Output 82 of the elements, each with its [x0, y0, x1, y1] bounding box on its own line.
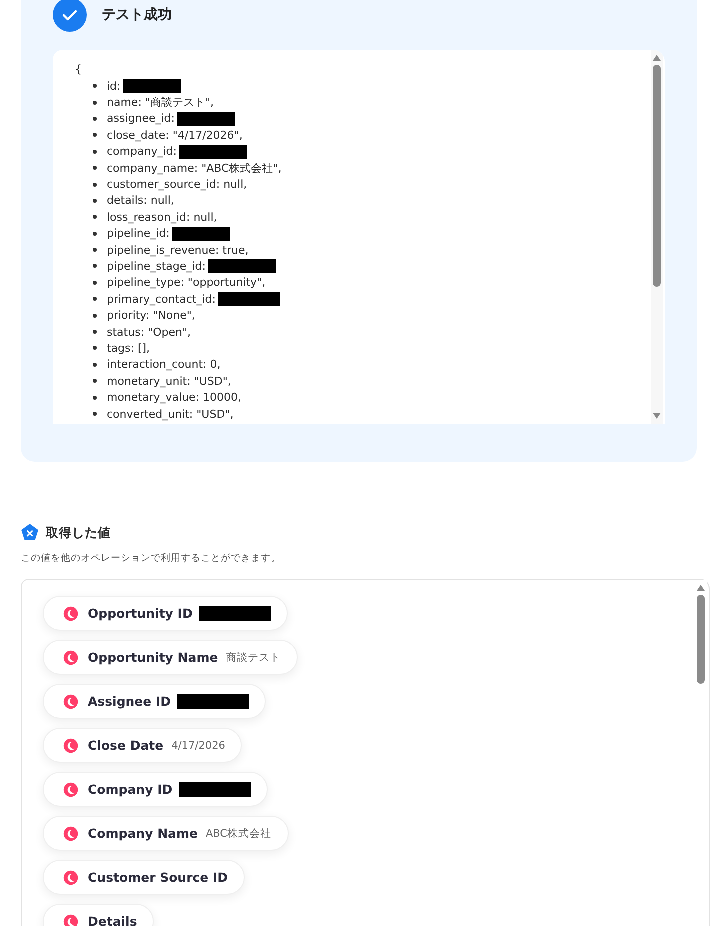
bullet-icon	[93, 280, 97, 285]
value-label: Company ID	[88, 782, 173, 797]
bullet-icon	[93, 182, 97, 187]
code-line: assignee_id:	[107, 112, 175, 126]
code-line: company_name: "ABC株式会社",	[107, 160, 282, 176]
code-line: primary_contact_id:	[107, 292, 216, 306]
value-chip[interactable]: Assignee ID	[43, 684, 266, 719]
value-text: 商談テスト	[226, 650, 282, 664]
code-line: tags: [],	[107, 342, 150, 355]
variable-icon	[21, 524, 39, 542]
moon-icon	[63, 782, 79, 798]
code-line: status: "Open",	[107, 326, 191, 339]
redaction-bar	[218, 292, 280, 306]
check-icon	[53, 0, 87, 32]
value-chip[interactable]: Opportunity ID	[43, 596, 288, 631]
bullet-icon	[93, 264, 97, 268]
moon-icon	[63, 738, 79, 754]
code-line: pipeline_id:	[107, 227, 170, 240]
code-line: interaction_count: 0,	[107, 358, 221, 372]
redaction-bar	[178, 144, 247, 159]
value-label: Opportunity Name	[88, 650, 218, 665]
value-label: Company Name	[88, 826, 198, 841]
bullet-icon	[93, 198, 97, 203]
scrollbar[interactable]	[651, 50, 663, 424]
code-line: close_date: "4/17/2026",	[107, 128, 243, 142]
value-label: Customer Source ID	[88, 870, 228, 885]
value-chip[interactable]: Company ID	[43, 772, 268, 807]
bullet-icon	[93, 116, 97, 121]
bullet-icon	[93, 297, 97, 302]
redaction-bar	[208, 259, 276, 274]
section-description: この値を他のオペレーションで利用することができます。	[21, 552, 282, 565]
redaction-bar	[172, 226, 230, 241]
value-chip[interactable]: Close Date 4/17/2026	[43, 728, 242, 763]
bullet-icon	[93, 232, 97, 236]
bullet-icon	[93, 412, 97, 416]
code-line: loss_reason_id: null,	[107, 210, 218, 224]
code-line: pipeline_stage_id:	[107, 260, 206, 273]
value-chip[interactable]: Opportunity Name 商談テスト	[43, 640, 298, 675]
code-line: name: "商談テスト",	[107, 95, 214, 110]
value-chip[interactable]: Company Name ABC株式会社	[43, 816, 289, 851]
moon-icon	[63, 870, 79, 886]
code-line: priority: "None",	[107, 309, 196, 322]
value-text: 4/17/2026	[172, 740, 226, 752]
code-text: {	[75, 62, 83, 78]
moon-icon	[63, 606, 79, 622]
bullet-icon	[93, 314, 97, 318]
bullet-icon	[93, 215, 97, 220]
bullet-icon	[93, 166, 97, 170]
moon-icon	[63, 914, 79, 926]
code-line: details: null,	[107, 194, 174, 208]
moon-icon	[63, 826, 79, 842]
moon-icon	[63, 650, 79, 666]
bullet-icon	[93, 100, 97, 105]
bullet-icon	[93, 150, 97, 154]
code-line: company_id:	[107, 145, 177, 158]
value-text: ABC株式会社	[206, 826, 272, 840]
value-label: Assignee ID	[88, 694, 172, 709]
code-line: converted_unit: "USD",	[107, 408, 234, 420]
value-label: Close Date	[88, 738, 164, 753]
code-line: pipeline_is_revenue: true,	[107, 244, 249, 257]
code-line: monetary_value: 10000,	[107, 391, 242, 404]
section-title: 取得した値	[46, 524, 111, 542]
bullet-icon	[93, 84, 97, 88]
value-chip[interactable]: Details	[43, 904, 154, 926]
code-line: pipeline_type: "opportunity",	[107, 276, 266, 290]
moon-icon	[63, 694, 79, 710]
value-label: Details	[88, 914, 138, 926]
bullet-icon	[93, 362, 97, 367]
redaction-bar	[177, 112, 235, 126]
code-line: monetary_unit: "USD",	[107, 374, 232, 388]
bullet-icon	[93, 133, 97, 138]
bullet-icon	[93, 330, 97, 334]
result-title: テスト成功	[102, 6, 172, 24]
bullet-icon	[93, 248, 97, 252]
value-label: Opportunity ID	[88, 606, 193, 621]
value-chip[interactable]: Customer Source ID	[43, 860, 246, 895]
bullet-icon	[93, 379, 97, 384]
redaction-bar	[122, 79, 181, 94]
code-line: id:	[107, 80, 121, 93]
bullet-icon	[93, 396, 97, 400]
bullet-icon	[93, 346, 97, 350]
code-line: customer_source_id: null,	[107, 178, 248, 192]
